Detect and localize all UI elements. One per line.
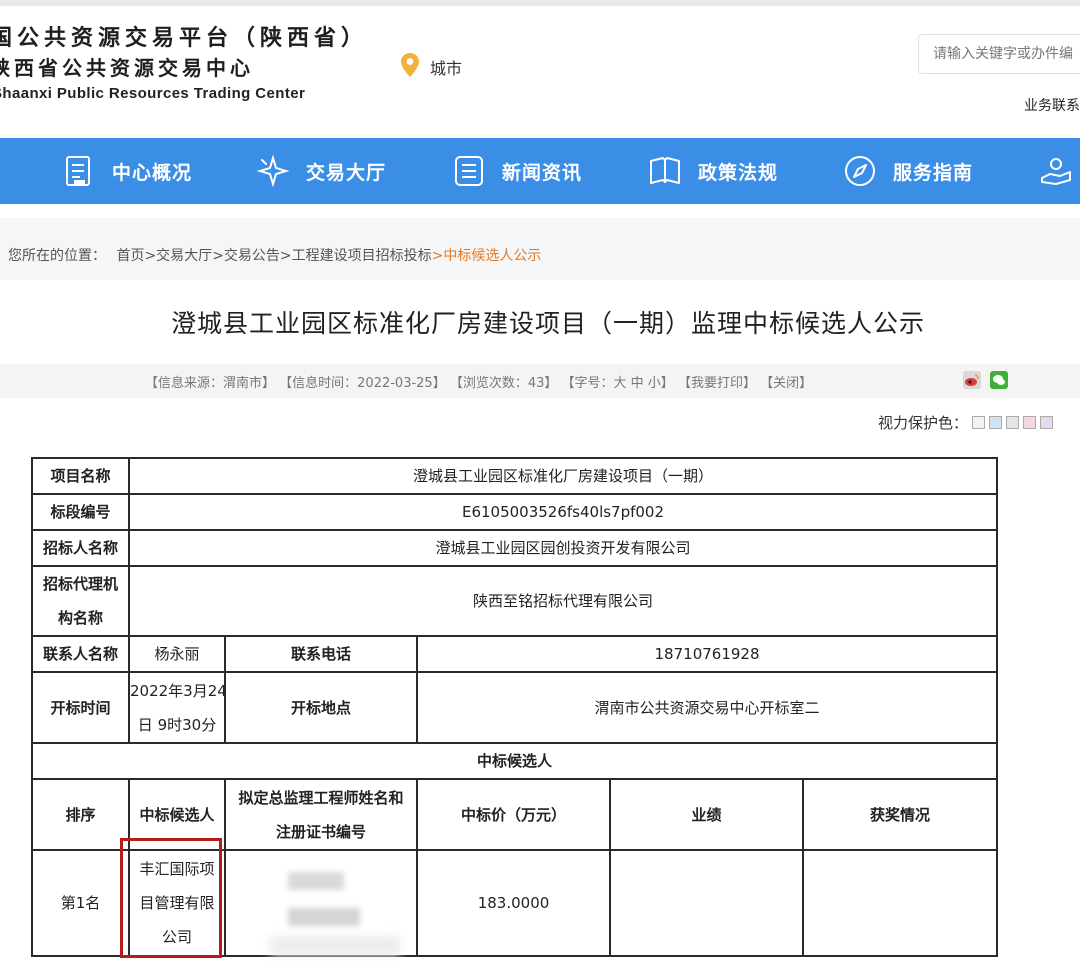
search-box [918,34,1080,74]
col-performance: 业绩 [609,778,804,851]
book-icon [648,154,682,188]
info-views: 【浏览次数：43】 [449,376,558,391]
compass-icon [843,154,877,188]
vision-protection-colors: 视力保护色： [878,412,1054,433]
close-button[interactable]: 【关闭】 [760,376,812,391]
candidates-header: 中标候选人 [30,742,999,780]
font-size-control[interactable]: 【字号：大 中 小】 [562,376,674,391]
table-row: 开标时间 2022年3月24 日 9时30分 开标地点 渭南市公共资源交易中心开… [31,671,999,744]
search-input[interactable] [919,35,1080,73]
agency-label: 招标代理机 构名称 [31,565,130,637]
nav-label: 政策法规 [698,161,779,184]
col-price: 中标价（万元） [416,778,611,851]
nav-item-more[interactable] [1040,138,1080,204]
logo-title-line2: 陕西省公共资源交易中心 [0,56,254,80]
contact-label: 联系人名称 [31,635,130,673]
phone-value: 18710761928 [415,635,999,673]
breadcrumb-current: >中标候选人公示 [431,248,542,264]
open-place-value: 渭南市公共资源交易中心开标室二 [415,671,999,744]
col-awards: 获奖情况 [801,778,999,851]
article-meta: 【信息来源：渭南市】 【信息时间：2022-03-25】 【浏览次数：43】 【… [145,372,812,391]
nav-item-service-guide[interactable]: 服务指南 [843,138,973,204]
color-swatch[interactable] [989,416,1003,429]
nav-label: 服务指南 [893,161,974,184]
project-name-value: 澄城县工业园区标准化厂房建设项目（一期） [127,457,999,495]
table-row: 项目名称 澄城县工业园区标准化厂房建设项目（一期） [31,457,999,495]
open-time-line1: 2022年3月24 [130,681,227,700]
nav-label: 交易大厅 [306,161,387,184]
sparkle-icon [256,154,290,188]
print-button[interactable]: 【我要打印】 [678,376,756,391]
agency-value: 陕西至铭招标代理有限公司 [127,565,999,637]
top-strip [0,0,1080,6]
breadcrumb-home[interactable]: 首页 [116,248,144,264]
tenderer-value: 澄城县工业园区园创投资开发有限公司 [127,529,999,567]
table-row: 标段编号 E6105003526fs40ls7pf002 [31,493,999,531]
row1-price: 183.0000 [416,849,611,957]
nav-label: 新闻资讯 [502,161,583,184]
business-contact-link[interactable]: 业务联系 [1024,95,1080,115]
redaction-blur [288,908,360,926]
open-place-label: 开标地点 [224,671,418,744]
vision-label: 视力保护色： [878,414,969,432]
redaction-blur [270,936,400,956]
location-pin-icon [400,52,420,82]
row1-rank: 第1名 [31,849,130,957]
row1-performance [609,849,804,957]
breadcrumb-prefix: 您所在的位置： [8,248,106,264]
table-row: 招标人名称 澄城县工业园区园创投资开发有限公司 [31,529,999,567]
city-label: 城市 [430,59,463,78]
wechat-share-icon[interactable] [990,371,1008,389]
color-swatch[interactable] [1040,416,1054,429]
contact-value: 杨永丽 [128,635,226,673]
table-row: 招标代理机 构名称 陕西至铭招标代理有限公司 [31,565,999,637]
color-swatch[interactable] [1006,416,1020,429]
nav-item-center-overview[interactable]: 中心概况 [62,138,192,204]
open-time-line2: 日 9时30分 [137,715,217,734]
highlight-box [120,838,222,958]
hand-icon [1040,154,1074,188]
color-swatch[interactable] [1023,416,1037,429]
page-title: 澄城县工业园区标准化厂房建设项目（一期）监理中标候选人公示 [170,309,925,338]
info-source: 【信息来源：渭南市】 [145,376,276,391]
breadcrumb-bidding[interactable]: >工程建设项目招标投标 [280,248,432,264]
open-time-label: 开标时间 [31,671,130,744]
nav-label: 中心概况 [112,161,193,184]
city-selector[interactable]: 城市 [400,52,462,82]
weibo-share-icon[interactable] [963,371,981,389]
breadcrumb-trading-hall[interactable]: >交易大厅 [144,248,212,264]
row1-awards [801,849,999,957]
redaction-blur [288,872,344,890]
logo-english-name: Shaanxi Public Resources Trading Center [0,85,306,102]
nav-item-trading-hall[interactable]: 交易大厅 [256,138,386,204]
tenderer-label: 招标人名称 [31,529,130,567]
section-no-label: 标段编号 [31,493,130,531]
list-icon [452,154,486,188]
table-row: 联系人名称 杨永丽 联系电话 18710761928 [31,635,999,673]
breadcrumb: 您所在的位置： 首页>交易大厅>交易公告>工程建设项目招标投标>中标候选人公示 [8,245,541,265]
agency-label-line2: 构名称 [57,609,103,627]
section-no-value: E6105003526fs40ls7pf002 [127,493,999,531]
nav-item-policy[interactable]: 政策法规 [648,138,778,204]
logo-title-line1: 国公共资源交易平台（陕西省） [0,25,369,51]
project-name-label: 项目名称 [31,457,130,495]
col-rank: 排序 [31,778,130,851]
phone-label: 联系电话 [224,635,418,673]
color-swatch[interactable] [972,416,986,429]
breadcrumb-announcements[interactable]: >交易公告 [212,248,280,264]
main-nav: 中心概况 交易大厅 新闻资讯 政策法规 服务指南 [0,138,1080,204]
document-icon [62,154,96,188]
col-engineer-line1: 拟定总监理工程师姓名和 [238,788,404,807]
nav-item-news[interactable]: 新闻资讯 [452,138,582,204]
col-engineer-line2: 注册证书编号 [275,822,366,841]
info-time: 【信息时间：2022-03-25】 [279,376,446,391]
agency-label-line1: 招标代理机 [42,575,118,593]
col-engineer: 拟定总监理工程师姓名和 注册证书编号 [224,778,418,851]
table-row: 中标候选人 [30,742,999,780]
open-time-value: 2022年3月24 日 9时30分 [128,671,227,744]
